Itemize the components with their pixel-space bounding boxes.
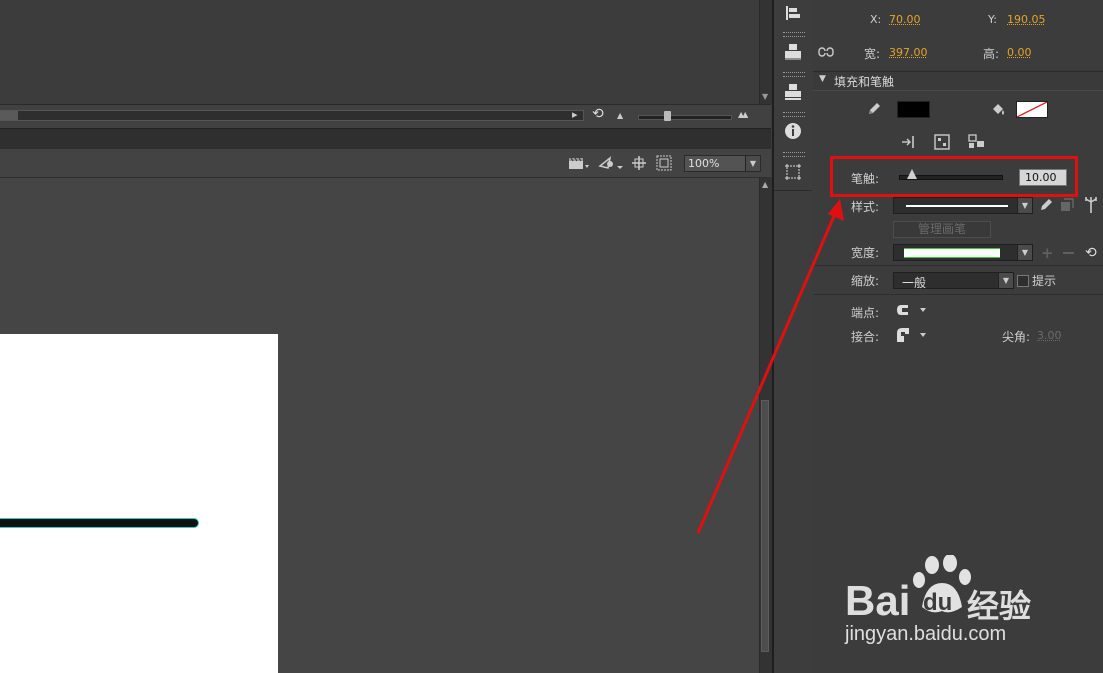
stroke-library-icon[interactable] [1059, 198, 1075, 215]
width-label: 宽: [864, 47, 881, 61]
dock-grip[interactable] [783, 72, 805, 77]
center-stage-icon[interactable] [631, 155, 647, 174]
timeline-layers-panel [0, 0, 759, 104]
dock-grip[interactable] [783, 112, 805, 117]
transform-icon[interactable] [779, 159, 807, 185]
cap-type-button[interactable] [896, 303, 930, 320]
timeline-horizontal-scrollbar[interactable] [0, 110, 584, 121]
lock-proportions-icon[interactable] [818, 45, 834, 62]
zoom-value: 100% [688, 157, 720, 170]
chevron-down-icon[interactable]: ▼ [998, 273, 1013, 288]
scale-dropdown[interactable]: 一般 ▼ [893, 272, 1014, 290]
section-divider [813, 265, 1103, 266]
scale-label: 缩放: [851, 274, 880, 288]
chevron-down-icon[interactable]: ▼ [745, 156, 760, 171]
swap-colors-icon[interactable] [900, 134, 916, 153]
watermark-brand-du: du [923, 589, 953, 616]
remove-width-icon[interactable] [1063, 252, 1074, 254]
miter-label: 尖角: [1002, 330, 1031, 344]
manage-brush-label: 管理画笔 [917, 222, 966, 236]
align-left-icon[interactable] [779, 0, 807, 26]
hint-label: 提示 [1032, 274, 1057, 288]
loop-icon[interactable]: ⟲ [592, 106, 604, 122]
watermark-brand-cn: 经验 [967, 587, 1032, 625]
cap-label: 端点: [851, 306, 880, 320]
watermark-brand: Bai [845, 577, 911, 624]
scale-value: 一般 [902, 276, 927, 290]
scroll-right-icon[interactable]: ▸ [572, 108, 578, 121]
manage-brush-button[interactable]: 管理画笔 [893, 221, 991, 238]
chevron-down-icon[interactable]: ▼ [1017, 245, 1032, 260]
default-colors-icon[interactable] [968, 134, 986, 153]
stroke-color-swatch[interactable] [897, 101, 930, 118]
watermark-url: jingyan.baidu.com [845, 623, 1007, 645]
y-value[interactable]: 190.05 [1007, 13, 1046, 26]
miter-value[interactable]: 3.00 [1037, 329, 1062, 342]
baidu-jingyan-watermark: Bai du 经验 jingyan.baidu.com [845, 554, 1103, 673]
hint-checkbox[interactable] [1017, 275, 1029, 287]
clapperboard-icon[interactable] [568, 156, 590, 173]
width-profile-label: 宽度: [851, 246, 880, 260]
y-label: Y: [988, 13, 997, 26]
fill-color-swatch[interactable] [1016, 101, 1048, 118]
dock-column-divider [774, 190, 812, 191]
width-profile-preview [904, 248, 1000, 258]
height-label: 高: [983, 47, 1000, 61]
timeline-scroll-thumb[interactable] [0, 111, 18, 120]
width-value[interactable]: 397.00 [889, 46, 928, 59]
width-profile-dropdown[interactable]: ▼ [893, 244, 1033, 261]
chevron-down-icon[interactable]: ▼ [1017, 198, 1032, 213]
align-bottom-icon[interactable] [779, 78, 807, 104]
brush-library-icon[interactable] [1083, 196, 1099, 217]
reset-width-icon[interactable]: ⟲ [1085, 245, 1097, 261]
zoom-dropdown[interactable]: 100% ▼ [684, 155, 761, 172]
fill-stroke-section-header[interactable]: ▼ 填充和笔触 [813, 71, 1103, 91]
stage-canvas[interactable] [0, 334, 278, 673]
edit-symbols-icon[interactable] [598, 154, 624, 173]
join-label: 接合: [851, 330, 880, 344]
no-color-icon[interactable] [934, 134, 950, 153]
collapse-triangle-icon[interactable]: ▼ [819, 74, 826, 84]
x-label: X: [870, 13, 882, 26]
distribute-icon[interactable] [779, 38, 807, 64]
zoom-in-frames-icon[interactable]: ▲▲ [738, 110, 748, 119]
height-value[interactable]: 0.00 [1007, 46, 1032, 59]
info-icon[interactable] [779, 118, 807, 144]
section-title: 填充和笔触 [834, 75, 895, 89]
stroke-style-dropdown[interactable]: ▼ [893, 197, 1033, 214]
scroll-up-icon[interactable]: ▲ [762, 180, 768, 189]
dock-grip[interactable] [783, 32, 805, 37]
edit-stroke-style-icon[interactable] [1039, 198, 1053, 215]
zoom-out-frames-icon[interactable]: ▲ [617, 111, 623, 120]
clip-to-stage-icon[interactable] [656, 155, 672, 174]
style-label: 样式: [851, 200, 880, 214]
join-type-button[interactable] [896, 327, 930, 346]
highlight-box [830, 156, 1078, 197]
timeline-vertical-scrollbar[interactable]: ▼ [759, 0, 772, 104]
timeline-zoom-thumb[interactable] [663, 111, 671, 121]
stroke-style-preview [906, 205, 1008, 207]
selected-line-shape[interactable] [0, 519, 198, 527]
paint-bucket-icon [990, 101, 1006, 120]
annotation-arrow [696, 199, 844, 534]
add-width-icon[interactable]: + [1041, 246, 1054, 261]
document-tab-bar [0, 128, 771, 150]
section-divider [813, 294, 1103, 295]
timeline-zoom-slider[interactable] [638, 111, 732, 121]
pencil-icon [866, 101, 882, 120]
x-value[interactable]: 70.00 [889, 13, 921, 26]
dock-grip[interactable] [783, 152, 805, 157]
scroll-down-icon[interactable]: ▼ [762, 92, 768, 101]
